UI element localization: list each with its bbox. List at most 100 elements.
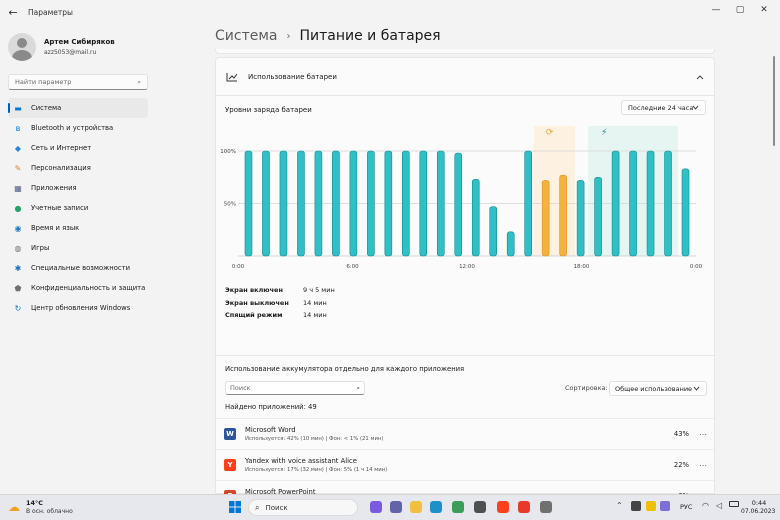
search-icon: ⌕: [137, 77, 141, 86]
tray-app-icon[interactable]: [631, 501, 641, 511]
chart-bar: [594, 176, 602, 257]
update-icon: ↻: [14, 303, 22, 313]
nav-item[interactable]: ▦ Приложения: [8, 178, 148, 198]
more-options-icon[interactable]: ⋯: [699, 430, 707, 439]
nav-item[interactable]: ◉ Время и язык: [8, 218, 148, 238]
close-button[interactable]: ✕: [752, 0, 776, 20]
app-name: Microsoft Word: [245, 426, 296, 434]
sort-dropdown[interactable]: Общее использование: [609, 381, 707, 396]
x-tick-label: 0:00: [232, 264, 245, 270]
page-title: Питание и батарея: [299, 28, 441, 44]
minimize-button[interactable]: —: [704, 0, 728, 20]
app-percent: 22%: [673, 461, 689, 469]
accessibility-icon: ✱: [14, 263, 22, 273]
chart-bar: [314, 150, 323, 257]
app-usage-card: Использование аккумулятора отдельно для …: [215, 356, 716, 494]
chart-bar: [279, 150, 288, 257]
taskbar: ☁ 14°C В осн. облачно ⌕ Поиск ⌃ РУС ◠ ◁ …: [0, 494, 780, 520]
yandex-browser-icon[interactable]: [518, 501, 530, 513]
edge-icon[interactable]: [430, 501, 442, 513]
chart-bar: [262, 150, 270, 257]
weather-desc[interactable]: В осн. облачно: [26, 508, 73, 515]
globe-icon: ◉: [14, 223, 22, 233]
search-icon: ⌕: [356, 383, 360, 392]
nav-item[interactable]: ʙ Bluetooth и устройства: [8, 118, 148, 138]
nav-item-label: Приложения: [31, 184, 77, 192]
user-email: azz5053@mail.ru: [44, 49, 97, 56]
language-indicator[interactable]: РУС: [680, 503, 692, 511]
screen-stat-row: Экран выключен 14 мин: [225, 297, 335, 310]
settings-icon[interactable]: [540, 501, 552, 513]
nav-item[interactable]: ◆ Сеть и Интернет: [8, 138, 148, 158]
monitor-icon: ▬: [14, 103, 22, 113]
app-row[interactable]: W Microsoft Word Используется: 42% (10 мин…: [216, 418, 716, 449]
wifi-icon[interactable]: ◠: [702, 501, 709, 510]
avatar: [8, 33, 36, 61]
tray-app-icon[interactable]: [660, 501, 670, 511]
nav-item[interactable]: ↻ Центр обновления Windows: [8, 298, 148, 318]
app-row[interactable]: Y Yandex with voice assistant Alice Исполь…: [216, 449, 716, 480]
app-name: Yandex with voice assistant Alice: [245, 457, 357, 465]
title-bar: ← Параметры — ▢ ✕: [0, 0, 780, 24]
nav-item[interactable]: ✱ Специальные возможности: [8, 258, 148, 278]
nav-item[interactable]: ● Учетные записи: [8, 198, 148, 218]
x-tick-label: 6:00: [346, 264, 359, 270]
volume-icon[interactable]: ◁: [716, 501, 722, 510]
tray-app-icon[interactable]: [646, 501, 656, 511]
app-usage-title: Использование аккумулятора отдельно для …: [225, 365, 465, 373]
app-row[interactable]: PMicrosoft PowerPointИспользуется: 5% (2…: [216, 480, 716, 494]
taskbar-search[interactable]: ⌕ Поиск: [248, 499, 358, 516]
user-profile[interactable]: Артем Сибиряков azz5053@mail.ru: [8, 28, 155, 66]
yandex-icon[interactable]: [497, 501, 509, 513]
nav-item[interactable]: ✎ Персонализация: [8, 158, 148, 178]
nav-item-label: Персонализация: [31, 164, 91, 172]
chevron-up-icon[interactable]: [696, 74, 704, 80]
maximize-button[interactable]: ▢: [728, 0, 752, 20]
user-name: Артем Сибиряков: [44, 38, 115, 46]
app-search-input[interactable]: Поиск ⌕: [225, 381, 365, 395]
word-icon: W: [224, 428, 236, 440]
app-usage-detail: Используется: 42% (10 мин) | Фон: < 1% (…: [245, 436, 384, 442]
chart-bar: [471, 179, 480, 257]
y-tick-label: 100%: [220, 149, 236, 155]
chart-bar: [244, 150, 253, 257]
chart-bar: [297, 150, 305, 257]
battery-icon[interactable]: [729, 501, 739, 507]
battery-usage-header[interactable]: Использование батареи: [215, 57, 715, 96]
period-dropdown[interactable]: Последние 24 часа: [621, 100, 706, 115]
nav-item[interactable]: ◍ Игры: [8, 238, 148, 258]
main-content: Система › Питание и батарея Использовани…: [155, 24, 780, 494]
weather-temp[interactable]: 14°C: [26, 499, 43, 507]
clock-date[interactable]: 07.06.2023: [741, 508, 775, 515]
chart-bar: [664, 150, 672, 257]
scrollbar[interactable]: [773, 56, 775, 146]
battery-levels-card: Уровни заряда батареи Последние 24 часа …: [215, 96, 715, 356]
screen-stats: Экран включен 9 ч 5 мин Экран выключен 14 м…: [225, 284, 335, 322]
wifi-icon: ◆: [14, 143, 22, 153]
start-button[interactable]: [229, 501, 241, 513]
taskbar-app-icon[interactable]: [390, 501, 402, 513]
nav-item[interactable]: ⬟ Конфиденциальность и защита: [8, 278, 148, 298]
apps-icon: ▦: [14, 183, 22, 193]
bluetooth-icon: ʙ: [15, 123, 21, 133]
chart-bar: [681, 168, 690, 257]
more-options-icon[interactable]: ⋯: [699, 461, 707, 470]
chart-bar: [646, 150, 655, 257]
app-list: W Microsoft Word Используется: 42% (10 мин…: [216, 418, 716, 494]
shield-icon: ⬟: [14, 283, 22, 293]
taskbar-search-placeholder: Поиск: [265, 503, 288, 512]
chart-bar: [611, 150, 620, 257]
taskbar-app-icon[interactable]: [474, 501, 486, 513]
file-explorer-icon[interactable]: [410, 501, 422, 513]
clock-time[interactable]: 0:44: [744, 499, 774, 507]
breadcrumb-parent[interactable]: Система: [215, 28, 277, 44]
settings-search-input[interactable]: Найти параметр ⌕: [8, 74, 148, 90]
nav-item-label: Система: [31, 104, 62, 112]
battery-chart: ⟳ ⚡ 100% 50% 0:00 6:00 12:00 18:00 0:00: [220, 126, 703, 270]
back-button[interactable]: ←: [2, 1, 24, 23]
nav-item[interactable]: ▬ Система: [8, 98, 148, 118]
taskbar-app-icon[interactable]: [452, 501, 464, 513]
chevron-up-icon[interactable]: ⌃: [616, 501, 623, 510]
taskbar-app-icon[interactable]: [370, 501, 382, 513]
account-icon: ●: [14, 203, 22, 213]
